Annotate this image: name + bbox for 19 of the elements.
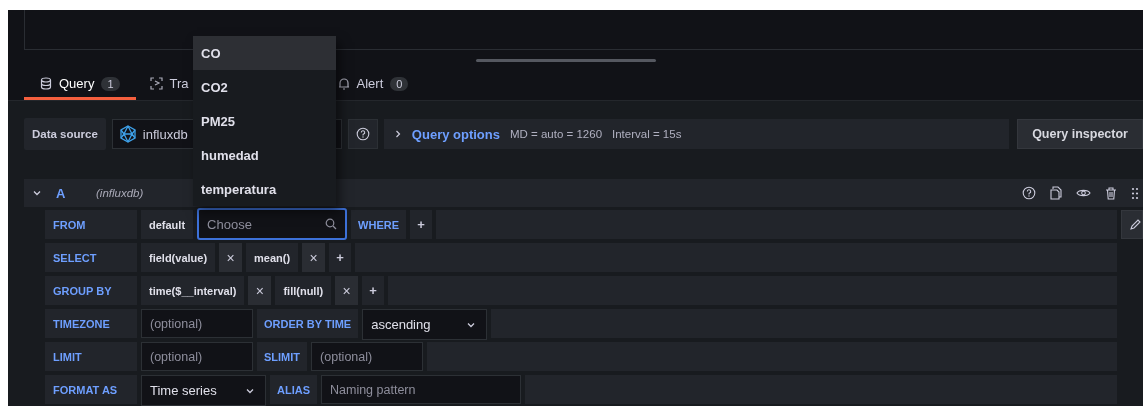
count-badge: 0 [390, 76, 409, 91]
clause-label: TIMEZONE [45, 309, 137, 338]
keyword-label: ALIAS [270, 375, 317, 404]
interval-text: Interval = 15s [612, 128, 682, 140]
tab-label: Alert [356, 76, 384, 91]
clause-label: GROUP BY [45, 276, 137, 305]
tab-label: Query [59, 76, 95, 91]
clause-label: SELECT [45, 243, 137, 272]
query-datasource: (influxdb) [96, 187, 144, 199]
count-badge: 1 [101, 76, 120, 91]
clause-label: LIMIT [45, 342, 137, 371]
clause-label: FORMAT AS [45, 375, 137, 404]
keyword-label: ORDER BY TIME [257, 309, 359, 338]
tab-label: Tra [169, 76, 189, 91]
keyword-label: WHERE [351, 210, 406, 239]
keyword-label: SLIMIT [257, 342, 308, 371]
max-data-points: MD = auto = 1260 [509, 128, 603, 140]
clause-label: FROM [45, 210, 137, 239]
data-source-label: Data source [24, 118, 106, 150]
